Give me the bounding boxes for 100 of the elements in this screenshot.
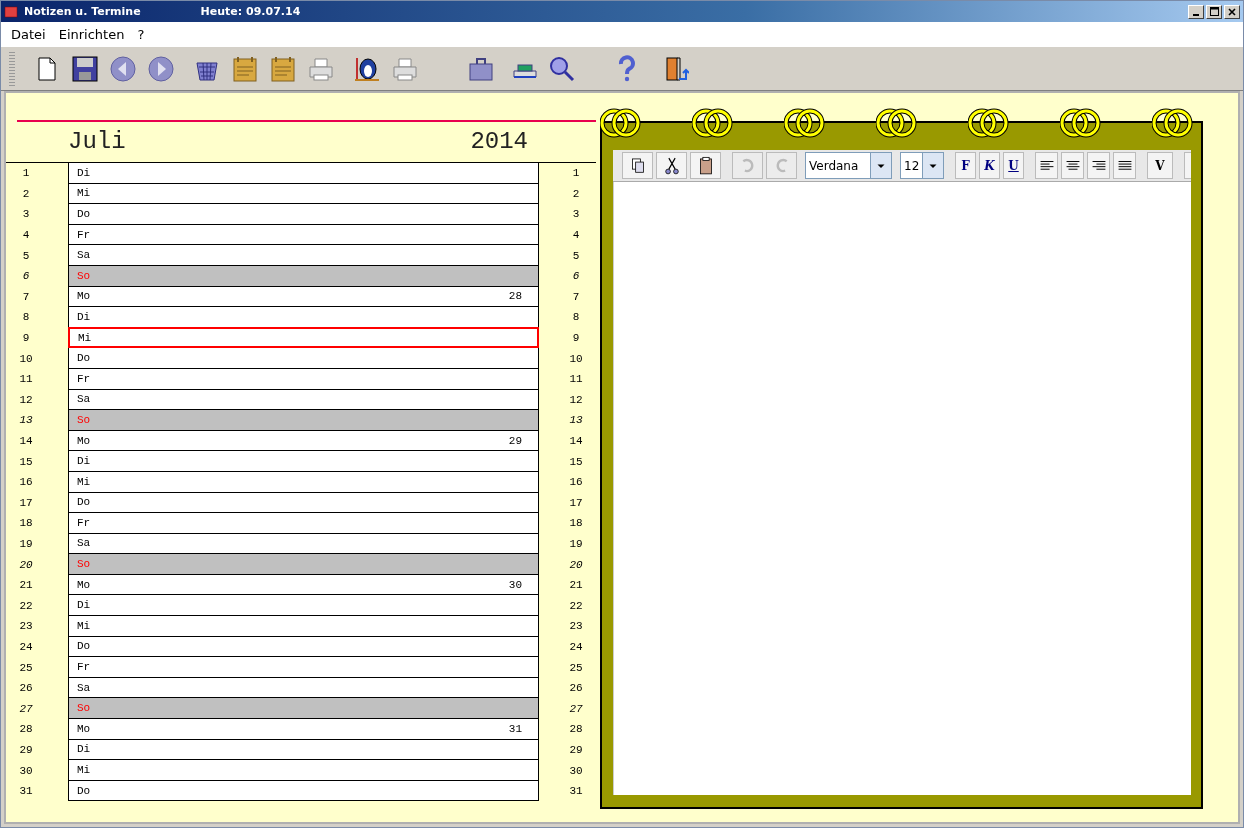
paste-button[interactable] — [690, 152, 721, 179]
day-number: 29 — [19, 743, 33, 756]
bold-button[interactable]: F — [955, 152, 976, 179]
weekday-label: Sa — [77, 393, 91, 406]
underline-button[interactable]: U — [1003, 152, 1024, 179]
day-number: 13 — [19, 414, 33, 427]
day-cell[interactable]: Fr — [68, 513, 539, 534]
weekday-label: Mi — [77, 475, 91, 488]
day-number: 18 — [19, 517, 33, 530]
day-cell[interactable]: Sa — [68, 245, 539, 266]
menu-item[interactable]: ? — [137, 26, 145, 42]
weekday-label: Do — [77, 640, 91, 653]
day-cell[interactable]: Di — [68, 307, 539, 328]
day-number: 16 — [569, 476, 583, 489]
align-button[interactable] — [1087, 152, 1110, 179]
day-number: 9 — [22, 332, 30, 345]
maximize-button[interactable] — [1206, 4, 1222, 19]
day-number: 17 — [19, 496, 33, 509]
day-number: 14 — [569, 435, 583, 447]
day-cell[interactable]: Di — [68, 163, 539, 184]
day-cell[interactable]: Fr — [68, 224, 539, 246]
weekday-label: Sa — [77, 537, 91, 550]
weekday-label: Mi — [78, 331, 92, 344]
day-cell[interactable]: Di — [68, 451, 539, 472]
day-cell[interactable]: Di — [68, 739, 539, 761]
weekday-label: Sa — [77, 249, 91, 262]
day-cell[interactable]: Do — [68, 780, 539, 802]
day-number: 6 — [22, 270, 30, 283]
weekday-label: Do — [77, 208, 91, 220]
weekday-label: So — [77, 269, 91, 282]
day-number: 1 — [572, 167, 580, 180]
day-number: 3 — [572, 208, 580, 221]
day-number: 26 — [19, 682, 33, 695]
day-cell[interactable]: Sa — [68, 677, 539, 699]
font-dropdown[interactable]: Verdana — [805, 152, 892, 179]
v-button[interactable]: V — [1147, 152, 1173, 179]
day-number: 24 — [569, 640, 583, 653]
day-number: 24 — [19, 640, 33, 653]
day-number: 4 — [572, 229, 580, 242]
day-cell[interactable]: Mo 29 — [68, 430, 539, 452]
day-number: 28 — [19, 723, 33, 736]
forward-icon — [147, 54, 175, 83]
day-number: 13 — [569, 414, 583, 427]
day-number: 3 — [22, 208, 30, 221]
day-cell[interactable]: Do — [68, 636, 539, 658]
close-button[interactable] — [1224, 4, 1240, 19]
copy-button[interactable] — [622, 152, 653, 179]
menu-item[interactable]: Datei — [11, 26, 46, 42]
weekday-label: Fr — [77, 372, 91, 385]
day-number: 25 — [19, 661, 33, 674]
day-number: 21 — [19, 579, 33, 592]
day-cell[interactable]: Sa — [68, 389, 539, 411]
day-number: 29 — [569, 743, 583, 756]
cut-button[interactable] — [656, 152, 687, 179]
weekday-label: Do — [77, 784, 91, 797]
align-button[interactable] — [1061, 152, 1084, 179]
day-number: 7 — [22, 290, 30, 303]
day-cell[interactable]: Mi — [68, 760, 539, 781]
day-number: 26 — [569, 682, 583, 695]
align-button[interactable] — [1113, 152, 1136, 179]
search-icon — [547, 54, 575, 83]
day-number: 31 — [569, 785, 583, 798]
day-cell[interactable]: Sa — [68, 533, 539, 555]
weekday-label: Di — [77, 599, 91, 612]
font-size-dropdown[interactable]: 12 — [900, 152, 944, 179]
day-cell[interactable]: Mi — [68, 326, 539, 349]
month-label: Juli — [68, 128, 126, 157]
day-cell[interactable]: Mi — [68, 616, 539, 637]
weekday-label: Di — [77, 310, 91, 323]
day-cell[interactable]: Di — [68, 595, 539, 617]
day-cell[interactable]: Mo 28 — [68, 286, 539, 308]
day-number: 19 — [569, 538, 583, 550]
menu-item[interactable]: Einrichten — [58, 26, 125, 42]
day-number: 15 — [569, 455, 583, 468]
italic-button[interactable]: K — [979, 152, 1000, 179]
align-button[interactable] — [1035, 152, 1058, 179]
day-number: 7 — [572, 290, 580, 303]
weekday-label: So — [77, 702, 91, 715]
day-cell[interactable]: Mi — [68, 471, 539, 493]
weekday-label: Di — [77, 743, 91, 756]
day-number: 27 — [569, 702, 583, 715]
close-icon — [1228, 7, 1236, 16]
minimize-button[interactable] — [1188, 4, 1204, 19]
day-number: 18 — [569, 517, 583, 530]
day-number: 1 — [22, 167, 30, 180]
weekday-label: So — [77, 558, 91, 571]
day-number: 25 — [569, 661, 583, 674]
day-number: 12 — [569, 393, 583, 406]
day-cell[interactable]: Mi — [68, 183, 539, 205]
day-cell[interactable]: Do — [68, 348, 539, 369]
day-cell[interactable]: Fr — [68, 657, 539, 678]
weekday-label: Do — [77, 496, 91, 509]
weekday-label: Mi — [77, 187, 91, 200]
day-cell[interactable]: Fr — [68, 368, 539, 390]
weekday-label: Mi — [77, 619, 91, 632]
day-cell[interactable]: Mo 30 — [68, 574, 539, 596]
day-cell[interactable]: Do — [68, 204, 539, 225]
day-cell[interactable]: Mo 31 — [68, 719, 539, 740]
day-cell[interactable]: Do — [68, 492, 539, 514]
weekday-label: Mo — [77, 578, 91, 591]
